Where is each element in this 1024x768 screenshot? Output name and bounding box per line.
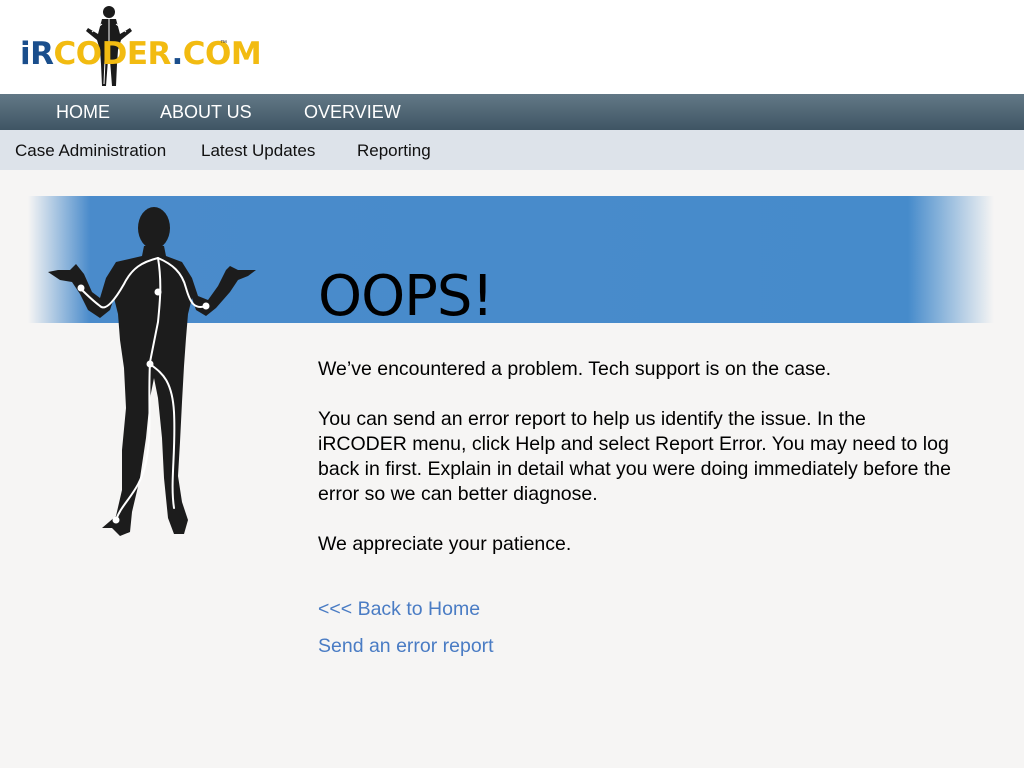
shrugging-human-figure-icon — [48, 207, 256, 536]
subnav-case-administration[interactable]: Case Administration — [15, 130, 166, 170]
top-navigation: HOME ABOUT US OVERVIEW — [0, 94, 1024, 130]
subnav-latest-updates[interactable]: Latest Updates — [201, 130, 315, 170]
subnav-reporting[interactable]: Reporting — [357, 130, 431, 170]
nav-overview[interactable]: OVERVIEW — [304, 94, 401, 130]
error-title: OOPS! — [318, 263, 494, 329]
trademark-symbol: ™ — [220, 40, 227, 47]
send-error-report-link[interactable]: Send an error report — [318, 634, 494, 659]
nav-home[interactable]: HOME — [56, 94, 110, 130]
error-message: We’ve encountered a problem. Tech suppor… — [318, 357, 958, 582]
error-paragraph: We’ve encountered a problem. Tech suppor… — [318, 358, 832, 380]
error-links: <<< Back to Home Send an error report — [318, 597, 494, 659]
back-to-home-link[interactable]: <<< Back to Home — [318, 597, 494, 622]
appreciation-paragraph: We appreciate your patience. — [318, 533, 572, 555]
error-instructions-paragraph: You can send an error report to help us … — [318, 408, 951, 505]
sub-navigation: Case Administration Latest Updates Repor… — [0, 130, 1024, 170]
nav-about-us[interactable]: ABOUT US — [160, 94, 252, 130]
header: iRCODER.COM ™ — [0, 0, 1024, 94]
ircoder-logo[interactable]: iRCODER.COM ™ — [20, 4, 262, 92]
